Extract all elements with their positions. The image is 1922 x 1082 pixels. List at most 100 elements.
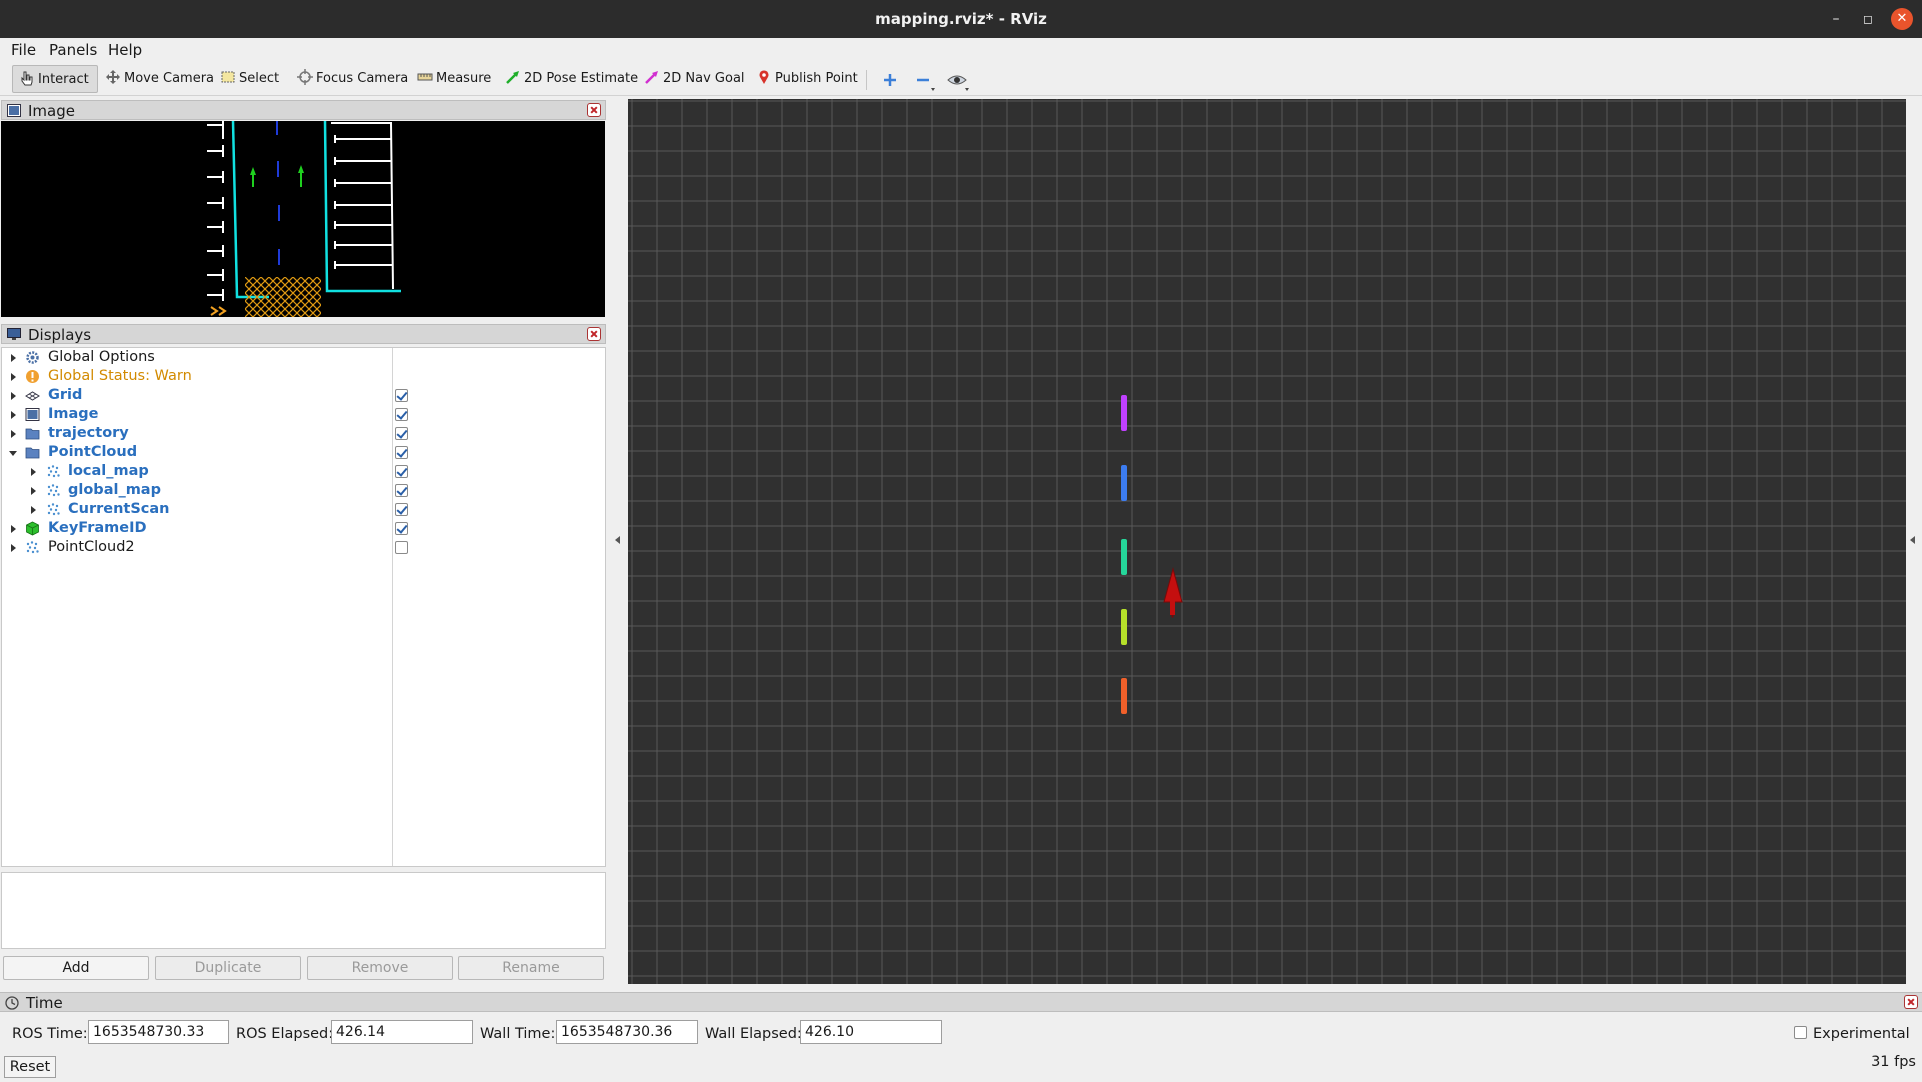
focus-crosshair-icon: [297, 69, 313, 85]
point-cloud-icon: [26, 541, 39, 554]
expand-arrow-icon[interactable]: [11, 373, 16, 381]
global-map-enabled-checkbox[interactable]: [395, 484, 408, 497]
expand-arrow-icon[interactable]: [11, 544, 16, 552]
camera-image-view: [1, 121, 605, 317]
expand-arrow-icon[interactable]: [31, 506, 36, 514]
display-item-global-status[interactable]: Global Status: Warn: [2, 367, 602, 386]
nav-goal-tool-button[interactable]: 2D Nav Goal: [638, 65, 751, 93]
pose-arrow-shaft: [1170, 599, 1175, 615]
display-item-keyframe-id[interactable]: KeyFrameID: [2, 519, 602, 538]
plus-icon: [884, 74, 896, 86]
add-tool-button[interactable]: [878, 68, 902, 92]
focus-camera-label: Focus Camera: [316, 71, 409, 86]
current-scan-enabled-checkbox[interactable]: [395, 503, 408, 516]
wall-elapsed-field[interactable]: 426.10: [800, 1020, 942, 1044]
keyframe-marker: [1121, 465, 1127, 501]
move-camera-tool-button[interactable]: Move Camera: [99, 65, 220, 93]
time-panel-close-button[interactable]: [1904, 995, 1918, 1009]
toolbar: Interact Move Camera Select Focus Camera…: [0, 62, 1922, 96]
display-item-current-scan[interactable]: CurrentScan: [2, 500, 602, 519]
expand-arrow-icon[interactable]: [31, 468, 36, 476]
expand-arrow-icon[interactable]: [11, 525, 16, 533]
expand-arrow-icon[interactable]: [11, 392, 16, 400]
maximize-button[interactable]: ◻: [1857, 8, 1879, 30]
trajectory-enabled-checkbox[interactable]: [395, 427, 408, 440]
view-options-button[interactable]: [945, 68, 969, 92]
publish-point-tool-button[interactable]: Publish Point: [750, 65, 864, 93]
keyframe-marker: [1121, 395, 1127, 431]
keyframe-markers: [1121, 395, 1127, 714]
keyframe-marker: [1121, 539, 1127, 575]
image-panel-icon: [7, 104, 21, 117]
grid-enabled-checkbox[interactable]: [395, 389, 408, 402]
display-item-local-map[interactable]: local_map: [2, 462, 602, 481]
experimental-checkbox[interactable]: [1794, 1026, 1807, 1039]
duplicate-display-button[interactable]: Duplicate: [155, 956, 301, 980]
collapse-left-arrow-icon[interactable]: [615, 536, 620, 544]
display-item-label: PointCloud: [48, 444, 138, 460]
grid-lines: [628, 99, 1906, 984]
menu-file[interactable]: File: [11, 38, 36, 62]
point-cloud-icon: [47, 484, 60, 497]
image-icon: [25, 408, 40, 421]
display-item-grid[interactable]: Grid: [2, 386, 602, 405]
3d-scene[interactable]: [628, 99, 1906, 984]
focus-camera-tool-button[interactable]: Focus Camera: [291, 65, 414, 93]
add-display-button[interactable]: Add: [3, 956, 149, 980]
green-arrow-icon: [506, 71, 519, 84]
point-cloud-icon: [47, 465, 60, 478]
pointcloud-enabled-checkbox[interactable]: [395, 446, 408, 459]
display-item-pointcloud[interactable]: PointCloud: [2, 443, 602, 462]
minus-icon: [917, 78, 935, 91]
window-title: mapping.rviz* - RViz: [875, 10, 1047, 28]
display-item-label: PointCloud2: [48, 539, 135, 555]
menu-help[interactable]: Help: [108, 38, 142, 62]
folder-icon: [25, 447, 40, 459]
display-item-label: KeyFrameID: [48, 520, 147, 536]
remove-display-button[interactable]: Remove: [307, 956, 453, 980]
collapse-arrow-icon[interactable]: [9, 451, 17, 456]
display-item-global-map[interactable]: global_map: [2, 481, 602, 500]
reset-button[interactable]: Reset: [4, 1056, 56, 1078]
warning-icon: [26, 370, 39, 383]
expand-arrow-icon[interactable]: [11, 430, 16, 438]
rename-display-button[interactable]: Rename: [458, 956, 604, 980]
measure-tool-button[interactable]: Measure: [411, 65, 497, 93]
display-item-label: global_map: [68, 482, 161, 498]
ros-elapsed-field[interactable]: 426.14: [331, 1020, 473, 1044]
menu-panels[interactable]: Panels: [49, 38, 97, 62]
nav-goal-label: 2D Nav Goal: [663, 71, 745, 86]
image-enabled-checkbox[interactable]: [395, 408, 408, 421]
display-item-image[interactable]: Image: [2, 405, 602, 424]
panel-splitter[interactable]: [610, 98, 626, 984]
display-item-trajectory[interactable]: trajectory: [2, 424, 602, 443]
minimize-button[interactable]: –: [1825, 8, 1847, 30]
interact-tool-button[interactable]: Interact: [12, 65, 98, 93]
displays-panel-header: Displays: [1, 324, 606, 344]
render-viewport[interactable]: [628, 99, 1906, 984]
clock-icon: [5, 996, 19, 1010]
display-item-pointcloud2[interactable]: PointCloud2: [2, 538, 602, 557]
keyframe-id-enabled-checkbox[interactable]: [395, 522, 408, 535]
select-tool-button[interactable]: Select: [214, 65, 285, 93]
display-description-area: [1, 872, 606, 949]
ros-time-field[interactable]: 1653548730.33: [88, 1020, 229, 1044]
pose-estimate-tool-button[interactable]: 2D Pose Estimate: [499, 65, 644, 93]
displays-panel-close-button[interactable]: [587, 327, 601, 341]
close-window-button[interactable]: ✕: [1891, 8, 1913, 30]
lane-image: [207, 121, 401, 317]
expand-arrow-icon[interactable]: [31, 487, 36, 495]
image-panel-header: Image: [1, 100, 606, 120]
display-item-global-options[interactable]: Global Options: [2, 348, 602, 367]
pointcloud2-enabled-checkbox[interactable]: [395, 541, 408, 554]
ros-elapsed-label: ROS Elapsed:: [236, 1026, 334, 1042]
wall-time-field[interactable]: 1653548730.36: [556, 1020, 698, 1044]
image-panel-close-button[interactable]: [587, 103, 601, 117]
collapse-right-arrow-icon[interactable]: [1910, 536, 1915, 544]
time-panel-header: Time: [0, 992, 1922, 1012]
expand-arrow-icon[interactable]: [11, 354, 16, 362]
experimental-label: Experimental: [1813, 1026, 1910, 1042]
local-map-enabled-checkbox[interactable]: [395, 465, 408, 478]
expand-arrow-icon[interactable]: [11, 411, 16, 419]
remove-tool-button[interactable]: [911, 68, 935, 92]
